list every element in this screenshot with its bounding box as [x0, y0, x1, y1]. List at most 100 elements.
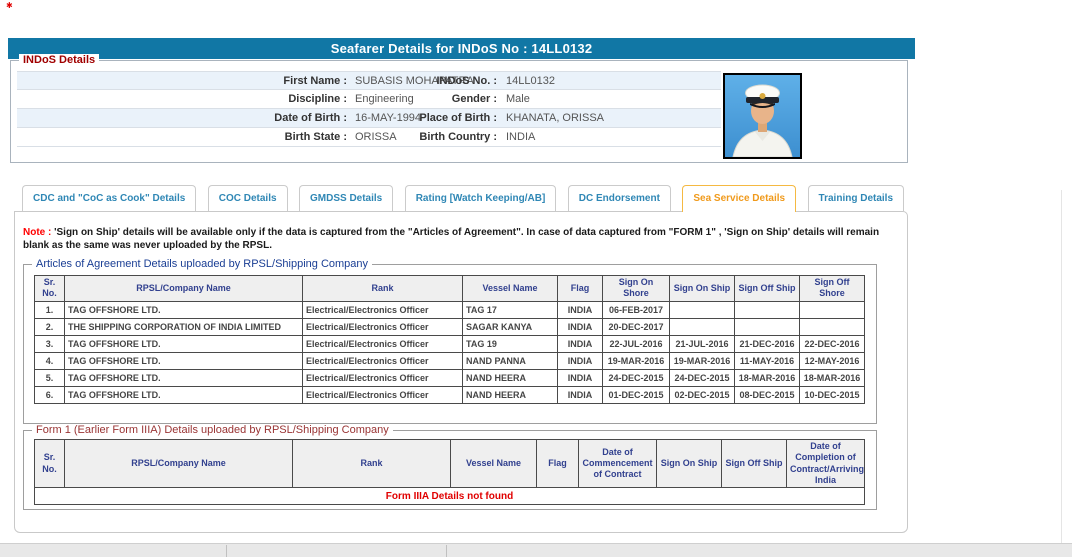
tab-coc-details[interactable]: COC Details — [208, 185, 288, 211]
table-cell: INDIA — [558, 318, 603, 335]
table-cell: 20-DEC-2017 — [603, 318, 670, 335]
table-cell: TAG 17 — [463, 301, 558, 318]
form1-section: Form 1 (Earlier Form IIIA) Details uploa… — [23, 430, 877, 510]
table-cell — [670, 301, 735, 318]
table-cell: 6. — [35, 386, 65, 403]
seafarer-photo — [723, 73, 802, 159]
table-cell: 2. — [35, 318, 65, 335]
table-cell — [800, 301, 865, 318]
empty-message-row: Form IIIA Details not found — [35, 488, 865, 505]
column-header: Sign On Ship — [670, 276, 735, 302]
table-cell: SAGAR KANYA — [463, 318, 558, 335]
table-cell: INDIA — [558, 386, 603, 403]
birth-country-value: INDIA — [506, 128, 535, 147]
birth-country-label: Birth Country : — [357, 128, 497, 147]
table-cell: Electrical/Electronics Officer — [303, 301, 463, 318]
column-header: Vessel Name — [451, 440, 537, 488]
table-cell: NAND PANNA — [463, 352, 558, 369]
gender-label: Gender : — [357, 90, 497, 109]
table-row: 1.TAG OFFSHORE LTD.Electrical/Electronic… — [35, 301, 865, 318]
column-header: Date of Commencement of Contract — [579, 440, 657, 488]
place-of-birth-label: Place of Birth : — [357, 109, 497, 128]
table-cell: Electrical/Electronics Officer — [303, 369, 463, 386]
articles-of-agreement-section: Articles of Agreement Details uploaded b… — [23, 264, 877, 424]
form1-table: Sr. No.RPSL/Company NameRankVessel NameF… — [34, 439, 865, 505]
table-cell: 1. — [35, 301, 65, 318]
form1-legend: Form 1 (Earlier Form IIIA) Details uploa… — [32, 424, 393, 437]
table-cell: 02-DEC-2015 — [670, 386, 735, 403]
table-cell: Electrical/Electronics Officer — [303, 318, 463, 335]
table-cell: INDIA — [558, 352, 603, 369]
tab-dc-endorsement[interactable]: DC Endorsement — [568, 185, 671, 211]
page-title: Seafarer Details for INDoS No : 14LL0132 — [8, 38, 915, 59]
info-row-birth-state-country: Birth State : ORISSA Birth Country : IND… — [17, 128, 721, 147]
table-cell: 5. — [35, 369, 65, 386]
table-row: 6.TAG OFFSHORE LTD.Electrical/Electronic… — [35, 386, 865, 403]
table-cell: Electrical/Electronics Officer — [303, 352, 463, 369]
bottom-bar-divider — [226, 545, 227, 557]
table-cell: 21-DEC-2016 — [735, 335, 800, 352]
table-cell: TAG OFFSHORE LTD. — [65, 386, 303, 403]
column-header: Sr. No. — [35, 276, 65, 302]
info-row-name-indos: First Name : SUBASIS MOHAPATRA INDoS No.… — [17, 71, 721, 90]
table-cell: TAG OFFSHORE LTD. — [65, 369, 303, 386]
table-cell: INDIA — [558, 301, 603, 318]
table-header-row: Sr. No.RPSL/Company NameRankVessel NameF… — [35, 440, 865, 488]
column-header: Sign On Ship — [657, 440, 722, 488]
bottom-window-edge — [0, 543, 1072, 557]
column-header: Sr. No. — [35, 440, 65, 488]
seafarer-details-page: ✱ Seafarer Details for INDoS No : 14LL01… — [0, 0, 1072, 557]
info-row-discipline-gender: Discipline : Engineering Gender : Male — [17, 90, 721, 109]
birth-state-label: Birth State : — [17, 128, 347, 147]
table-cell: 22-DEC-2016 — [800, 335, 865, 352]
table-cell: 19-MAR-2016 — [603, 352, 670, 369]
table-cell: TAG OFFSHORE LTD. — [65, 335, 303, 352]
table-cell — [735, 318, 800, 335]
column-header: RPSL/Company Name — [65, 276, 303, 302]
table-row: 3.TAG OFFSHORE LTD.Electrical/Electronic… — [35, 335, 865, 352]
discipline-label: Discipline : — [17, 90, 347, 109]
tab-cdc-coc-as-cook-details[interactable]: CDC and "CoC as Cook" Details — [22, 185, 196, 211]
table-row: 4.TAG OFFSHORE LTD.Electrical/Electronic… — [35, 352, 865, 369]
tab-training-details[interactable]: Training Details — [808, 185, 904, 211]
date-of-birth-label: Date of Birth : — [17, 109, 347, 128]
tab-rating-watch-keeping-ab[interactable]: Rating [Watch Keeping/AB] — [405, 185, 557, 211]
form1-empty-message: Form IIIA Details not found — [35, 488, 865, 505]
indos-details-section: INDoS Details First Name : SUBASIS MOHAP… — [10, 60, 908, 163]
column-header: RPSL/Company Name — [65, 440, 293, 488]
indos-no-value: 14LL0132 — [506, 72, 555, 91]
bottom-bar-divider — [446, 545, 447, 557]
table-cell: 24-DEC-2015 — [603, 369, 670, 386]
table-cell: INDIA — [558, 335, 603, 352]
first-name-label: First Name : — [17, 72, 347, 91]
table-cell — [800, 318, 865, 335]
window-right-edge — [1061, 190, 1062, 543]
table-cell: NAND HEERA — [463, 369, 558, 386]
table-cell: 4. — [35, 352, 65, 369]
table-cell: 21-JUL-2016 — [670, 335, 735, 352]
column-header: Vessel Name — [463, 276, 558, 302]
column-header: Sign Off Ship — [722, 440, 787, 488]
articles-table: Sr. No.RPSL/Company NameRankVessel NameF… — [34, 275, 865, 404]
column-header: Sign Off Ship — [735, 276, 800, 302]
note-text: 'Sign on Ship' details will be available… — [23, 227, 879, 251]
articles-legend: Articles of Agreement Details uploaded b… — [32, 258, 372, 271]
info-row-birth-place: Date of Birth : 16-MAY-1994 Place of Bir… — [17, 109, 721, 128]
indos-details-legend: INDoS Details — [19, 54, 99, 67]
table-cell: 11-MAY-2016 — [735, 352, 800, 369]
place-of-birth-value: KHANATA, ORISSA — [506, 109, 604, 128]
table-cell: 10-DEC-2015 — [800, 386, 865, 403]
table-cell: 06-FEB-2017 — [603, 301, 670, 318]
table-cell: TAG 19 — [463, 335, 558, 352]
column-header: Flag — [558, 276, 603, 302]
tab-sea-service-details[interactable]: Sea Service Details — [682, 185, 796, 212]
table-cell: 18-MAR-2016 — [735, 369, 800, 386]
broken-image-icon: ✱ — [6, 2, 13, 10]
table-cell: 01-DEC-2015 — [603, 386, 670, 403]
table-row: 2.THE SHIPPING CORPORATION OF INDIA LIMI… — [35, 318, 865, 335]
table-cell: 18-MAR-2016 — [800, 369, 865, 386]
table-cell: 24-DEC-2015 — [670, 369, 735, 386]
column-header: Sign Off Shore — [800, 276, 865, 302]
column-header: Date of Completion of Contract/Arriving … — [787, 440, 865, 488]
tab-gmdss-details[interactable]: GMDSS Details — [299, 185, 393, 211]
